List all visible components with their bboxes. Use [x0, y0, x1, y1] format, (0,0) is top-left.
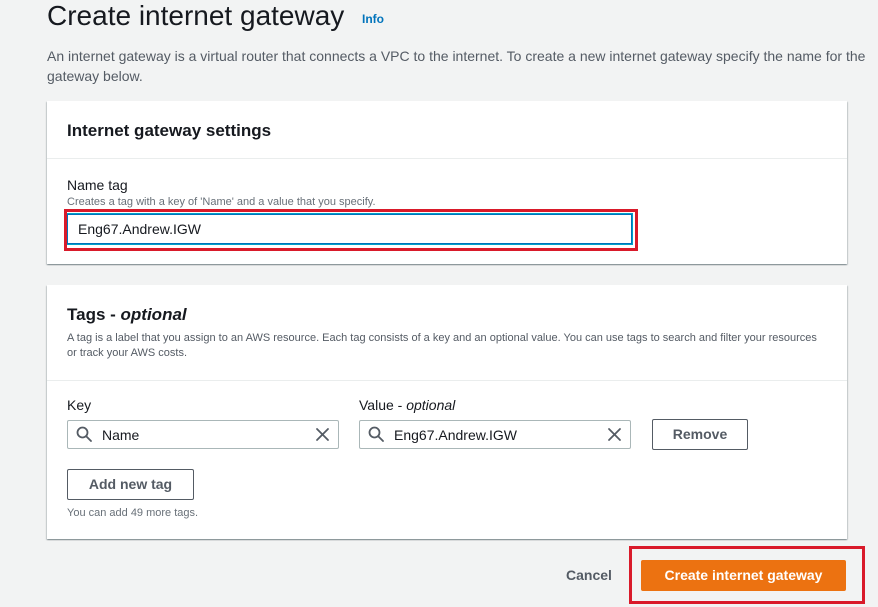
clear-value-icon[interactable]	[607, 427, 622, 442]
name-tag-hint: Creates a tag with a key of 'Name' and a…	[67, 196, 376, 208]
tags-description: A tag is a label that you assign to an A…	[67, 332, 817, 359]
tag-value-label-optional: optional	[406, 397, 456, 413]
page-title: Create internet gateway	[47, 0, 345, 31]
create-igw-page: Create internet gateway Info An internet…	[0, 0, 878, 607]
clear-key-icon[interactable]	[315, 427, 330, 442]
settings-panel-header: Internet gateway settings	[47, 101, 847, 159]
tags-title-text: Tags -	[67, 305, 121, 324]
cancel-button[interactable]: Cancel	[566, 567, 612, 583]
tag-key-label: Key	[67, 397, 92, 413]
search-icon	[368, 426, 384, 442]
add-new-tag-button[interactable]: Add new tag	[67, 469, 194, 500]
tag-value-input[interactable]: Eng67.Andrew.IGW	[359, 420, 631, 449]
page-description: An internet gateway is a virtual router …	[47, 48, 866, 84]
info-link[interactable]: Info	[362, 12, 384, 26]
search-icon	[76, 426, 92, 442]
settings-panel: Internet gateway settings Name tag Creat…	[47, 101, 847, 264]
tag-key-value: Name	[102, 427, 140, 443]
tag-key-input[interactable]: Name	[67, 420, 339, 449]
tag-value-value: Eng67.Andrew.IGW	[394, 427, 517, 443]
tags-title-optional: optional	[120, 305, 187, 324]
tags-panel: Tags - optional A tag is a label that yo…	[47, 285, 847, 539]
tags-remaining-text: You can add 49 more tags.	[67, 507, 199, 519]
name-tag-input[interactable]	[67, 214, 632, 244]
settings-panel-title: Internet gateway settings	[67, 121, 272, 140]
tag-value-label-text: Value -	[359, 397, 407, 413]
tag-value-label: Value - optional	[359, 397, 455, 413]
remove-tag-button[interactable]: Remove	[652, 419, 748, 450]
name-tag-label: Name tag	[67, 177, 128, 193]
create-internet-gateway-button[interactable]: Create internet gateway	[641, 560, 846, 591]
tags-panel-header: Tags - optional A tag is a label that yo…	[47, 285, 847, 381]
tags-panel-title: Tags - optional	[67, 305, 187, 325]
